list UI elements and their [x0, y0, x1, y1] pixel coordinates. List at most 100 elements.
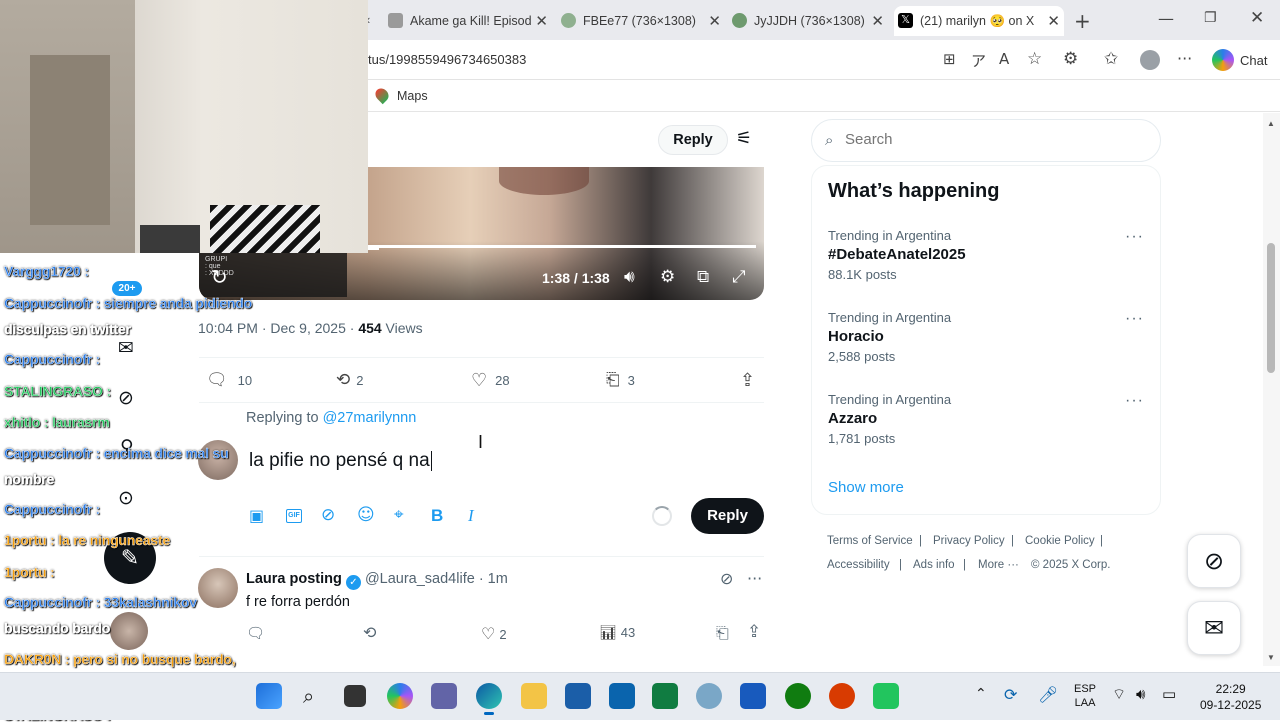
battery-icon[interactable]: ▭: [1162, 685, 1176, 703]
grok-explain-icon[interactable]: ⊘: [720, 569, 733, 588]
scroll-up-icon[interactable]: ▲: [1267, 119, 1275, 128]
reply-author-name[interactable]: Laura posting: [246, 571, 342, 587]
trend-item[interactable]: Trending in Argentina Azzaro 1,781 posts…: [828, 392, 1148, 446]
close-tab-icon[interactable]: ✕: [708, 12, 721, 30]
restore-icon[interactable]: ❐: [1204, 10, 1217, 26]
volume-taskbar-icon[interactable]: 🔊︎: [1136, 685, 1145, 703]
replying-to-handle[interactable]: @27marilynnn: [323, 410, 417, 426]
task-view-icon[interactable]: [344, 685, 366, 707]
trend-item[interactable]: Trending in Argentina Horacio 2,588 post…: [828, 310, 1148, 364]
chat-button[interactable]: Chat: [1240, 53, 1267, 68]
footer-ads[interactable]: Ads info: [913, 559, 955, 571]
volume-icon[interactable]: 🔊︎: [624, 267, 635, 287]
close-tab-icon[interactable]: ✕: [535, 12, 548, 30]
share-button[interactable]: ⇪: [740, 370, 755, 391]
grok-float-button[interactable]: ⊘: [1187, 534, 1241, 588]
new-tab-icon[interactable]: +: [1074, 9, 1091, 33]
photos-icon[interactable]: [696, 683, 722, 709]
mail-app-icon[interactable]: [609, 683, 635, 709]
profile-avatar-icon[interactable]: [1140, 50, 1160, 70]
tab-fbee77[interactable]: FBEe77 (736×1308) ✕: [557, 6, 725, 36]
edge-icon[interactable]: [476, 683, 502, 709]
search-box[interactable]: ⌕: [811, 119, 1161, 162]
copilot-icon[interactable]: [1212, 49, 1234, 71]
wifi-icon[interactable]: ⌔: [1112, 685, 1126, 704]
excel-icon[interactable]: [652, 683, 678, 709]
grok-icon[interactable]: ⊘: [321, 505, 335, 525]
trend-more-icon[interactable]: ···: [1125, 228, 1144, 246]
window-close-icon[interactable]: ✕: [1250, 8, 1264, 28]
fullscreen-icon[interactable]: ⤢: [732, 267, 746, 287]
search-taskbar-icon[interactable]: ⌕: [303, 684, 314, 708]
emoji-icon[interactable]: ☺: [357, 505, 375, 525]
footer-terms[interactable]: Terms of Service: [827, 535, 913, 547]
footer-more[interactable]: More ···: [978, 559, 1019, 571]
replies-button[interactable]: 🗨︎ 10: [206, 370, 252, 390]
footer-accessibility[interactable]: Accessibility: [827, 559, 890, 571]
footer-cookie[interactable]: Cookie Policy: [1025, 535, 1095, 547]
trend-more-icon[interactable]: ···: [1125, 392, 1144, 410]
read-aloud-icon[interactable]: A: [999, 50, 1009, 68]
clock[interactable]: 22:29 09-12-2025: [1200, 681, 1261, 713]
picture-in-picture-icon[interactable]: ⧉: [697, 267, 709, 287]
footer-privacy[interactable]: Privacy Policy: [933, 535, 1005, 547]
store-icon[interactable]: [565, 683, 591, 709]
close-tab-icon[interactable]: ✕: [1047, 12, 1060, 30]
gif-icon[interactable]: GIF: [286, 509, 302, 523]
messages-float-button[interactable]: ✉: [1187, 601, 1241, 655]
tab-marilyn-x[interactable]: 𝕏 (21) marilyn 🥺 on X ✕: [894, 6, 1064, 36]
share-icon[interactable]: ⇪: [747, 622, 761, 642]
trend-item[interactable]: Trending in Argentina #DebateAnatel2025 …: [828, 228, 1148, 282]
tab-akame[interactable]: Akame ga Kill! Episod ✕: [384, 6, 552, 36]
file-explorer-icon[interactable]: [521, 683, 547, 709]
start-windows-icon[interactable]: [256, 683, 282, 709]
reply-views-button[interactable]: 📊︎ 43: [599, 625, 635, 641]
reply-submit-button[interactable]: Reply: [691, 498, 764, 534]
search-input[interactable]: [845, 131, 1135, 148]
italic-icon[interactable]: I: [468, 506, 474, 526]
onedrive-sync-icon[interactable]: ⟳: [1004, 685, 1017, 704]
favorites-icon[interactable]: ✩: [1104, 49, 1118, 69]
media-icon[interactable]: ▣: [249, 506, 264, 525]
reply-tweet-time[interactable]: · 1m: [479, 571, 508, 587]
url-field[interactable]: tus/1998559496734650383: [368, 52, 526, 67]
tab-jyjjdh[interactable]: JyJJDH (736×1308) ✕: [728, 6, 888, 36]
bold-icon[interactable]: B: [431, 506, 443, 526]
input-language[interactable]: ESP LAA: [1074, 682, 1096, 710]
video-settings-icon[interactable]: ⚙: [660, 267, 675, 287]
close-tab-icon[interactable]: ✕: [871, 12, 884, 30]
teams-icon[interactable]: [431, 683, 457, 709]
header-reply-button[interactable]: Reply: [658, 125, 728, 155]
microphone-icon[interactable]: 🎤︎: [1038, 685, 1058, 704]
trend-more-icon[interactable]: ···: [1125, 310, 1144, 328]
favorite-star-icon[interactable]: ☆: [1027, 49, 1042, 69]
reply-bubble-icon[interactable]: 🗨︎: [246, 624, 265, 642]
scrollbar-thumb[interactable]: [1267, 243, 1275, 373]
repost-icon[interactable]: ⟲: [363, 623, 376, 642]
avatar[interactable]: [198, 568, 238, 608]
xbox-icon[interactable]: [785, 683, 811, 709]
replay-icon[interactable]: ↻: [211, 265, 228, 289]
bookmark-icon[interactable]: ⎗: [716, 623, 729, 643]
more-menu-icon[interactable]: ···: [1177, 49, 1192, 68]
game-app-icon[interactable]: [873, 683, 899, 709]
word-icon[interactable]: [740, 683, 766, 709]
repost-button[interactable]: ⟲ 2: [336, 370, 363, 390]
bookmark-maps[interactable]: Maps: [397, 89, 428, 103]
page-scrollbar[interactable]: ▲ ▼: [1263, 113, 1280, 666]
location-icon[interactable]: ⌖: [394, 505, 404, 525]
reply-text-input[interactable]: la pifie no pensé q na: [249, 450, 432, 472]
extensions-icon[interactable]: ⚙: [1063, 49, 1078, 69]
app-available-icon[interactable]: ⊞: [943, 50, 956, 68]
translate-icon[interactable]: ア: [971, 50, 986, 71]
copilot-taskbar-icon[interactable]: [387, 683, 413, 709]
bookmark-button[interactable]: ⎗ 3: [606, 370, 635, 390]
settings-sliders-icon[interactable]: ⚟: [736, 128, 752, 149]
tray-chevron-icon[interactable]: ⌃: [975, 686, 987, 702]
reply-author-handle[interactable]: @Laura_sad4life: [365, 571, 475, 587]
show-more-link[interactable]: Show more: [828, 479, 904, 496]
scroll-down-icon[interactable]: ▼: [1267, 653, 1275, 662]
minimize-icon[interactable]: —: [1158, 9, 1174, 28]
reply-like-button[interactable]: ♡ 2: [481, 624, 507, 643]
more-options-icon[interactable]: ···: [747, 569, 762, 588]
